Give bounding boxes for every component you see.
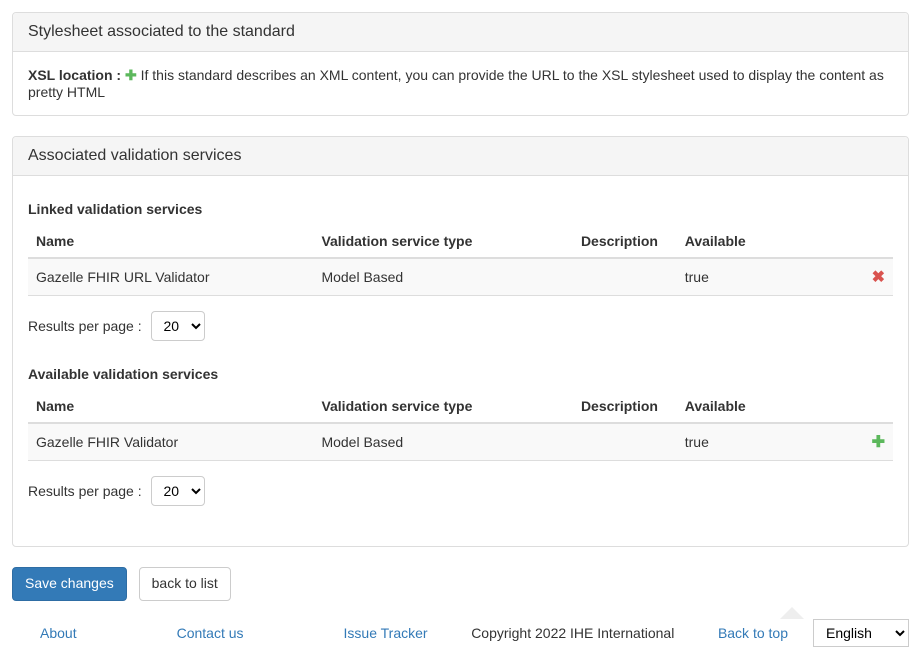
stylesheet-panel: Stylesheet associated to the standard XS… xyxy=(12,12,909,116)
back-to-list-button[interactable]: back to list xyxy=(139,567,231,601)
available-row-desc xyxy=(573,423,677,461)
save-button[interactable]: Save changes xyxy=(12,567,127,601)
available-results-per-page: Results per page : 20 xyxy=(28,476,893,506)
stylesheet-panel-heading: Stylesheet associated to the standard xyxy=(13,13,908,52)
available-col-type: Validation service type xyxy=(313,390,573,423)
linked-results-label: Results per page : xyxy=(28,318,142,334)
action-buttons: Save changes back to list xyxy=(12,567,909,601)
available-row-name: Gazelle FHIR Validator xyxy=(28,423,313,461)
linked-row-type: Model Based xyxy=(313,258,573,296)
footer-contact-link[interactable]: Contact us xyxy=(177,625,244,641)
linked-col-action xyxy=(824,225,893,258)
available-services-title: Available validation services xyxy=(28,366,893,382)
stylesheet-panel-body: XSL location : ✚ If this standard descri… xyxy=(13,52,908,115)
validation-services-heading: Associated validation services xyxy=(13,137,908,176)
linked-services-title: Linked validation services xyxy=(28,201,893,217)
available-row-type: Model Based xyxy=(313,423,573,461)
linked-col-avail: Available xyxy=(677,225,824,258)
validation-services-body: Linked validation services Name Validati… xyxy=(13,176,908,546)
available-services-table: Name Validation service type Description… xyxy=(28,390,893,461)
available-col-action xyxy=(824,390,893,423)
linked-services-table: Name Validation service type Description… xyxy=(28,225,893,296)
plus-icon[interactable]: ✚ xyxy=(125,67,137,84)
available-row-avail: true xyxy=(677,423,824,461)
linked-col-name: Name xyxy=(28,225,313,258)
xsl-location-label: XSL location : xyxy=(28,67,121,83)
table-row: Gazelle FHIR URL Validator Model Based t… xyxy=(28,258,893,296)
linked-col-desc: Description xyxy=(573,225,677,258)
footer-issue-link[interactable]: Issue Tracker xyxy=(344,625,428,641)
remove-icon[interactable]: ✖ xyxy=(872,269,885,286)
linked-row-avail: true xyxy=(677,258,824,296)
add-icon[interactable]: ✚ xyxy=(872,434,885,451)
xsl-hint-text: If this standard describes an XML conten… xyxy=(28,67,884,100)
available-col-desc: Description xyxy=(573,390,677,423)
linked-row-name: Gazelle FHIR URL Validator xyxy=(28,258,313,296)
footer: About Contact us Issue Tracker Copyright… xyxy=(12,611,909,647)
footer-copyright: Copyright 2022 IHE International xyxy=(471,625,674,641)
available-results-label: Results per page : xyxy=(28,483,142,499)
linked-col-type: Validation service type xyxy=(313,225,573,258)
table-row: Gazelle FHIR Validator Model Based true … xyxy=(28,423,893,461)
linked-results-select[interactable]: 20 xyxy=(151,311,205,341)
caret-up-icon xyxy=(780,607,804,619)
footer-about-link[interactable]: About xyxy=(40,625,77,641)
available-col-avail: Available xyxy=(677,390,824,423)
validation-services-panel: Associated validation services Linked va… xyxy=(12,136,909,547)
language-select[interactable]: English xyxy=(813,619,909,647)
available-col-name: Name xyxy=(28,390,313,423)
available-results-select[interactable]: 20 xyxy=(151,476,205,506)
linked-row-desc xyxy=(573,258,677,296)
back-to-top-link[interactable]: Back to top xyxy=(718,625,788,641)
linked-results-per-page: Results per page : 20 xyxy=(28,311,893,341)
